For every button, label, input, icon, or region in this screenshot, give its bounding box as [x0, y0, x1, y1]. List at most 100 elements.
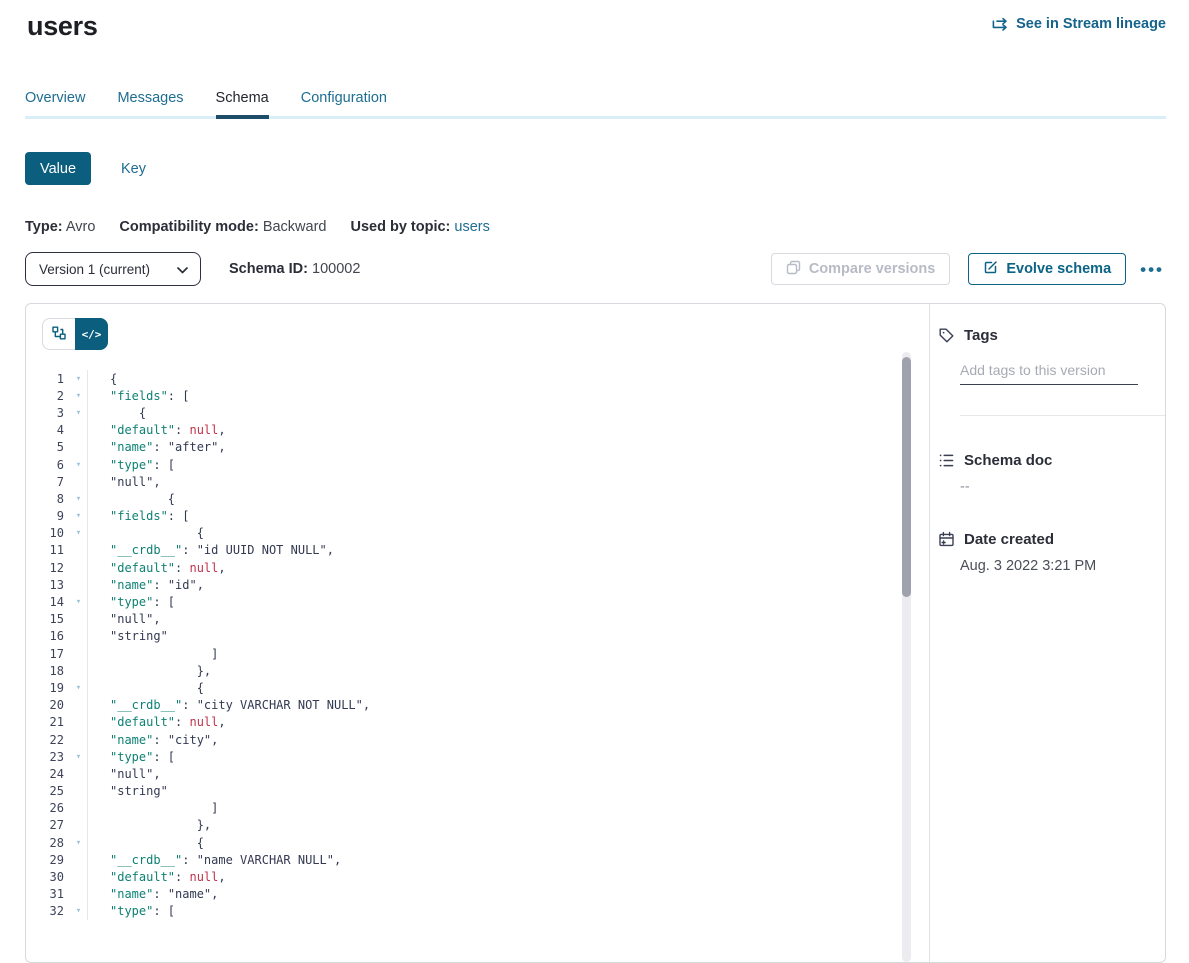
tree-view-toggle-button[interactable] — [42, 318, 75, 350]
compatibility-label: Compatibility mode: — [119, 219, 258, 235]
code-text: ] — [87, 800, 929, 817]
code-line: 23▾ "type": [ — [26, 748, 929, 765]
line-number: 6 — [26, 458, 70, 472]
tab-schema[interactable]: Schema — [216, 90, 269, 119]
evolve-schema-label: Evolve schema — [1006, 261, 1111, 277]
code-text: "null", — [87, 611, 929, 628]
line-number: 9 — [26, 509, 70, 523]
line-number: 4 — [26, 423, 70, 437]
compare-versions-button[interactable]: Compare versions — [771, 253, 951, 285]
fold-toggle-icon[interactable]: ▾ — [70, 374, 87, 384]
line-number: 3 — [26, 406, 70, 420]
add-tags-input[interactable] — [960, 360, 1138, 385]
fold-toggle-icon[interactable]: ▾ — [70, 683, 87, 693]
schema-panel: </> 1▾{2▾ "fields": [3▾ {4 "default": nu… — [25, 303, 1166, 963]
tab-overview[interactable]: Overview — [25, 90, 85, 119]
code-line: 1▾{ — [26, 370, 929, 387]
code-line: 3▾ { — [26, 404, 929, 421]
fold-toggle-icon[interactable]: ▾ — [70, 408, 87, 418]
page-header: users See in Stream lineage — [25, 10, 1166, 42]
schema-id: Schema ID: 100002 — [229, 261, 360, 277]
code-line: 9▾ "fields": [ — [26, 508, 929, 525]
code-line: 25 "string" — [26, 783, 929, 800]
code-text: "name": "name", — [87, 886, 929, 903]
line-number: 29 — [26, 853, 70, 867]
code-line: 16 "string" — [26, 628, 929, 645]
code-line: 30 "default": null, — [26, 868, 929, 885]
code-text: "name": "after", — [87, 439, 929, 456]
code-line: 18 }, — [26, 662, 929, 679]
line-number: 8 — [26, 492, 70, 506]
code-line: 7 "null", — [26, 473, 929, 490]
line-number: 32 — [26, 904, 70, 918]
fold-toggle-icon[interactable]: ▾ — [70, 906, 87, 916]
line-number: 21 — [26, 715, 70, 729]
code-line: 4 "default": null, — [26, 422, 929, 439]
topic-users-link[interactable]: users — [454, 219, 489, 235]
fold-toggle-icon[interactable]: ▾ — [70, 597, 87, 607]
version-bar: Version 1 (current) Schema ID: 100002 Co… — [25, 252, 1166, 286]
line-number: 16 — [26, 629, 70, 643]
fold-toggle-icon[interactable]: ▾ — [70, 494, 87, 504]
stream-lineage-label: See in Stream lineage — [1016, 16, 1166, 32]
doc-list-icon — [938, 452, 955, 469]
code-column: </> 1▾{2▾ "fields": [3▾ {4 "default": nu… — [26, 304, 929, 962]
code-line: 14▾ "type": [ — [26, 593, 929, 610]
code-text: { — [87, 679, 929, 696]
line-number: 7 — [26, 475, 70, 489]
used-by-topic-label: Used by topic: — [350, 219, 450, 235]
schema-page: users See in Stream lineage Overview Mes… — [25, 10, 1166, 963]
code-line: 31 "name": "name", — [26, 886, 929, 903]
fold-toggle-icon[interactable]: ▾ — [70, 391, 87, 401]
sidebar-divider — [960, 415, 1165, 416]
schema-doc-section-header: Schema doc — [938, 452, 1165, 469]
date-created-value: Aug. 3 2022 3:21 PM — [960, 558, 1165, 574]
fold-toggle-icon[interactable]: ▾ — [70, 460, 87, 470]
line-number: 13 — [26, 578, 70, 592]
line-number: 18 — [26, 664, 70, 678]
code-line: 21 "default": null, — [26, 714, 929, 731]
fold-toggle-icon[interactable]: ▾ — [70, 838, 87, 848]
code-line: 24 "null", — [26, 765, 929, 782]
code-text: "fields": [ — [87, 387, 929, 404]
line-number: 12 — [26, 561, 70, 575]
tab-configuration[interactable]: Configuration — [301, 90, 387, 119]
code-text: "type": [ — [87, 593, 929, 610]
key-toggle-button[interactable]: Key — [121, 161, 146, 177]
code-line: 28▾ { — [26, 834, 929, 851]
code-text: "default": null, — [87, 559, 929, 576]
code-line: 8▾ { — [26, 490, 929, 507]
code-text: ] — [87, 645, 929, 662]
code-text: "__crdb__": "id UUID NOT NULL", — [87, 542, 929, 559]
code-text: "string" — [87, 628, 929, 645]
type-value: Avro — [66, 219, 96, 235]
date-created-section-header: Date created — [938, 531, 1165, 548]
fold-toggle-icon[interactable]: ▾ — [70, 511, 87, 521]
line-number: 11 — [26, 543, 70, 557]
see-in-stream-lineage-link[interactable]: See in Stream lineage — [992, 16, 1166, 32]
tags-section-header: Tags — [938, 327, 1165, 344]
version-select[interactable]: Version 1 (current) — [25, 252, 201, 286]
stream-lineage-icon — [992, 17, 1009, 32]
editor-scrollbar-track[interactable] — [902, 352, 911, 962]
chevron-down-icon — [177, 262, 188, 277]
tab-messages[interactable]: Messages — [117, 90, 183, 119]
code-view-toggle-button[interactable]: </> — [75, 318, 108, 350]
fold-toggle-icon[interactable]: ▾ — [70, 752, 87, 762]
code-text: }, — [87, 662, 929, 679]
code-line: 27 }, — [26, 817, 929, 834]
meta-topic: Used by topic: users — [350, 219, 489, 235]
code-text: { — [87, 404, 929, 421]
fold-toggle-icon[interactable]: ▾ — [70, 528, 87, 538]
code-text: "string" — [87, 783, 929, 800]
more-options-button[interactable]: ••• — [1138, 261, 1166, 278]
schema-doc-value: -- — [960, 479, 1165, 495]
type-label: Type: — [25, 219, 63, 235]
line-number: 5 — [26, 440, 70, 454]
code-text: { — [87, 834, 929, 851]
evolve-schema-button[interactable]: Evolve schema — [968, 253, 1126, 285]
line-number: 24 — [26, 767, 70, 781]
tags-title: Tags — [964, 327, 998, 344]
editor-scrollbar-thumb[interactable] — [902, 357, 911, 597]
value-toggle-button[interactable]: Value — [25, 152, 91, 185]
